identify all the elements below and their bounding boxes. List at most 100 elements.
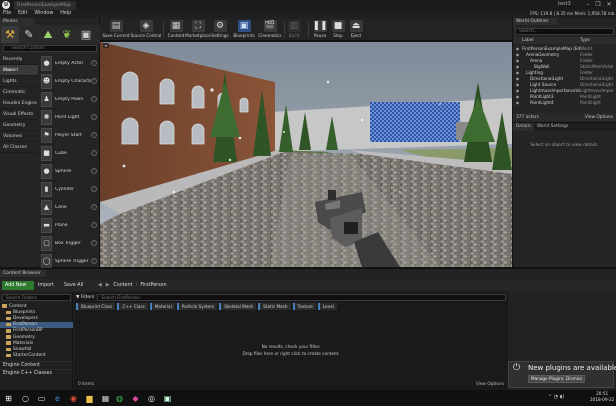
placeable-empty-actor[interactable]: ● Empty Actor? xyxy=(39,54,100,72)
outliner-row[interactable]: ◉ PointLight3 PointLight xyxy=(513,94,616,100)
dismiss-button[interactable]: Dismiss xyxy=(563,375,586,383)
eye-icon[interactable]: ◉ xyxy=(513,46,522,51)
breadcrumb-content[interactable]: Content xyxy=(113,281,132,290)
eye-icon[interactable]: ◉ xyxy=(513,100,522,105)
tab-details[interactable]: Details xyxy=(513,123,534,131)
eye-icon[interactable]: ◉ xyxy=(513,58,522,63)
placeable-point-light[interactable]: ✺ Point Light? xyxy=(39,108,100,126)
category-volumes[interactable]: Volumes xyxy=(0,131,38,142)
eject-button[interactable]: ⏏ Eject xyxy=(348,18,364,41)
content-browser-tab[interactable]: Content Browser xyxy=(0,270,46,277)
category-recently-placed[interactable]: Recently Placed xyxy=(0,54,38,73)
category-lights[interactable]: Lights xyxy=(0,76,38,87)
outliner-row[interactable]: ◉ Light Source DirectionalLight xyxy=(513,82,616,88)
taskbar-clock[interactable]: 20:51 2018-09-22 xyxy=(590,391,614,403)
help-icon[interactable]: ? xyxy=(91,258,97,264)
help-icon[interactable]: ? xyxy=(91,168,97,174)
filter-chip[interactable]: Material xyxy=(149,303,175,310)
help-icon[interactable]: ? xyxy=(91,96,97,102)
placeable-cone[interactable]: ▲ Cone? xyxy=(39,198,100,216)
outliner-view-options[interactable]: View Options xyxy=(585,115,613,120)
unreal-taskbar-icon[interactable]: ◎ xyxy=(146,393,157,404)
eye-icon[interactable]: ◉ xyxy=(513,52,522,57)
help-icon[interactable]: ? xyxy=(91,240,97,246)
app-icon[interactable]: ◍ xyxy=(114,393,125,404)
edge-icon[interactable]: e xyxy=(52,393,63,404)
explorer-icon[interactable]: ▆ xyxy=(84,393,95,404)
outliner-col-type[interactable]: Type xyxy=(580,38,590,43)
app-icon[interactable]: ◆ xyxy=(130,393,141,404)
placeable-empty-character[interactable]: ☻ Empty Character? xyxy=(39,72,100,90)
placeable-sphere[interactable]: ● Sphere? xyxy=(39,162,100,180)
placeable-empty-pawn[interactable]: ♟ Empty Pawn? xyxy=(39,90,100,108)
paint-mode-icon[interactable]: ✎ xyxy=(20,26,38,43)
menu-file[interactable]: File xyxy=(3,10,11,18)
help-icon[interactable]: ? xyxy=(91,222,97,228)
filters-button[interactable]: ▼ Filters xyxy=(76,294,97,301)
save-current-button[interactable]: ▤ Save Current xyxy=(102,18,130,41)
source-control-button[interactable]: ◈ Source Control xyxy=(131,18,161,41)
help-icon[interactable]: ? xyxy=(91,132,97,138)
modes-tab[interactable]: Modes xyxy=(0,18,34,25)
help-icon[interactable]: ? xyxy=(91,186,97,192)
engine-content-section[interactable]: Engine Content xyxy=(0,360,73,369)
breadcrumb-firstperson[interactable]: FirstPerson xyxy=(140,281,166,290)
task-view-icon[interactable]: ▭ xyxy=(36,393,47,404)
app-icon[interactable]: ▣ xyxy=(162,393,173,404)
eye-icon[interactable]: ◉ xyxy=(513,76,522,81)
help-icon[interactable]: ? xyxy=(91,150,97,156)
filter-chip[interactable]: Static Mesh xyxy=(258,303,291,310)
start-icon[interactable]: ⊞ xyxy=(3,393,14,404)
placeable-player-start[interactable]: ⚑ Player Start? xyxy=(39,126,100,144)
maximize-button[interactable]: ❐ xyxy=(594,0,602,9)
outliner-row[interactable]: ◉ LightmassImportanceVolumeLightmassImpor xyxy=(513,88,616,94)
category-basic[interactable]: Basic xyxy=(0,65,38,76)
tray-icons[interactable]: ⌃ ◔ ◖) xyxy=(548,394,564,400)
place-mode-icon[interactable]: ⚒ xyxy=(1,26,19,43)
eye-icon[interactable]: ◉ xyxy=(513,82,522,87)
stop-button[interactable]: ■ Stop xyxy=(330,18,346,41)
outliner-search-input[interactable]: Search... xyxy=(515,28,614,35)
minimize-button[interactable]: – xyxy=(584,0,592,9)
outliner-row[interactable]: ◉ DirectionalLight DirectionalLight xyxy=(513,75,616,81)
filter-chip[interactable]: Skeletal Mesh xyxy=(219,303,257,310)
eye-icon[interactable]: ◉ xyxy=(513,64,522,69)
placeable-cube[interactable]: ■ Cube? xyxy=(39,144,100,162)
geometry-mode-icon[interactable]: ▣ xyxy=(77,26,95,43)
marketplace-button[interactable]: ⛶ Marketplace xyxy=(185,18,211,41)
placeable-cylinder[interactable]: ▮ Cylinder? xyxy=(39,180,100,198)
search-folders-input[interactable]: Search Folders xyxy=(2,294,71,301)
outliner-row[interactable]: ◉ PointLight4 PointLight xyxy=(513,100,616,106)
pause-button[interactable]: ❚❚ Pause xyxy=(312,18,328,41)
blueprints-button[interactable]: ▣ Blueprints xyxy=(233,18,255,41)
import-button[interactable]: Import xyxy=(38,281,54,290)
eye-icon[interactable]: ◉ xyxy=(513,70,522,75)
folder-item[interactable]: StarterContent xyxy=(0,353,73,359)
nav-back-icon[interactable]: ◀ xyxy=(98,281,102,290)
help-icon[interactable]: ? xyxy=(91,114,97,120)
search-classes-input[interactable]: Search Classes xyxy=(3,45,97,52)
placeable-box-trigger[interactable]: ▢ Box Trigger? xyxy=(39,234,100,252)
menu-help[interactable]: Help xyxy=(60,10,71,18)
map-tab[interactable]: FirstPersonExampleMap xyxy=(14,1,76,10)
unreal-logo-icon[interactable]: U xyxy=(2,1,10,9)
category-cinematic[interactable]: Cinematic xyxy=(0,87,38,98)
tab-world-settings[interactable]: World Settings xyxy=(534,123,571,131)
search-icon[interactable]: ○ xyxy=(20,393,31,404)
level-viewport[interactable] xyxy=(100,42,512,267)
outliner-row[interactable]: ◉ BigWall StaticMeshActor xyxy=(513,63,616,69)
build-button[interactable]: ▥ Build xyxy=(286,18,302,41)
filter-chip[interactable]: C++ Class xyxy=(117,303,148,310)
world-outliner-tab[interactable]: World Outliner xyxy=(513,18,557,25)
content-button[interactable]: ▦ Content xyxy=(166,18,186,41)
filter-chip[interactable]: Level xyxy=(317,303,337,310)
settings-button[interactable]: ⚙ Settings xyxy=(210,18,230,41)
nav-forward-icon[interactable]: ▶ xyxy=(106,281,110,290)
cinematics-button[interactable]: 🎬 Cinematics xyxy=(258,18,282,41)
category-all-classes[interactable]: All Classes xyxy=(0,142,38,153)
chrome-icon[interactable]: ◉ xyxy=(68,393,79,404)
store-icon[interactable]: ▦ xyxy=(100,393,111,404)
menu-edit[interactable]: Edit xyxy=(18,10,27,18)
category-houdini-engine[interactable]: Houdini Engine xyxy=(0,98,38,109)
eye-icon[interactable]: ◉ xyxy=(513,94,522,99)
